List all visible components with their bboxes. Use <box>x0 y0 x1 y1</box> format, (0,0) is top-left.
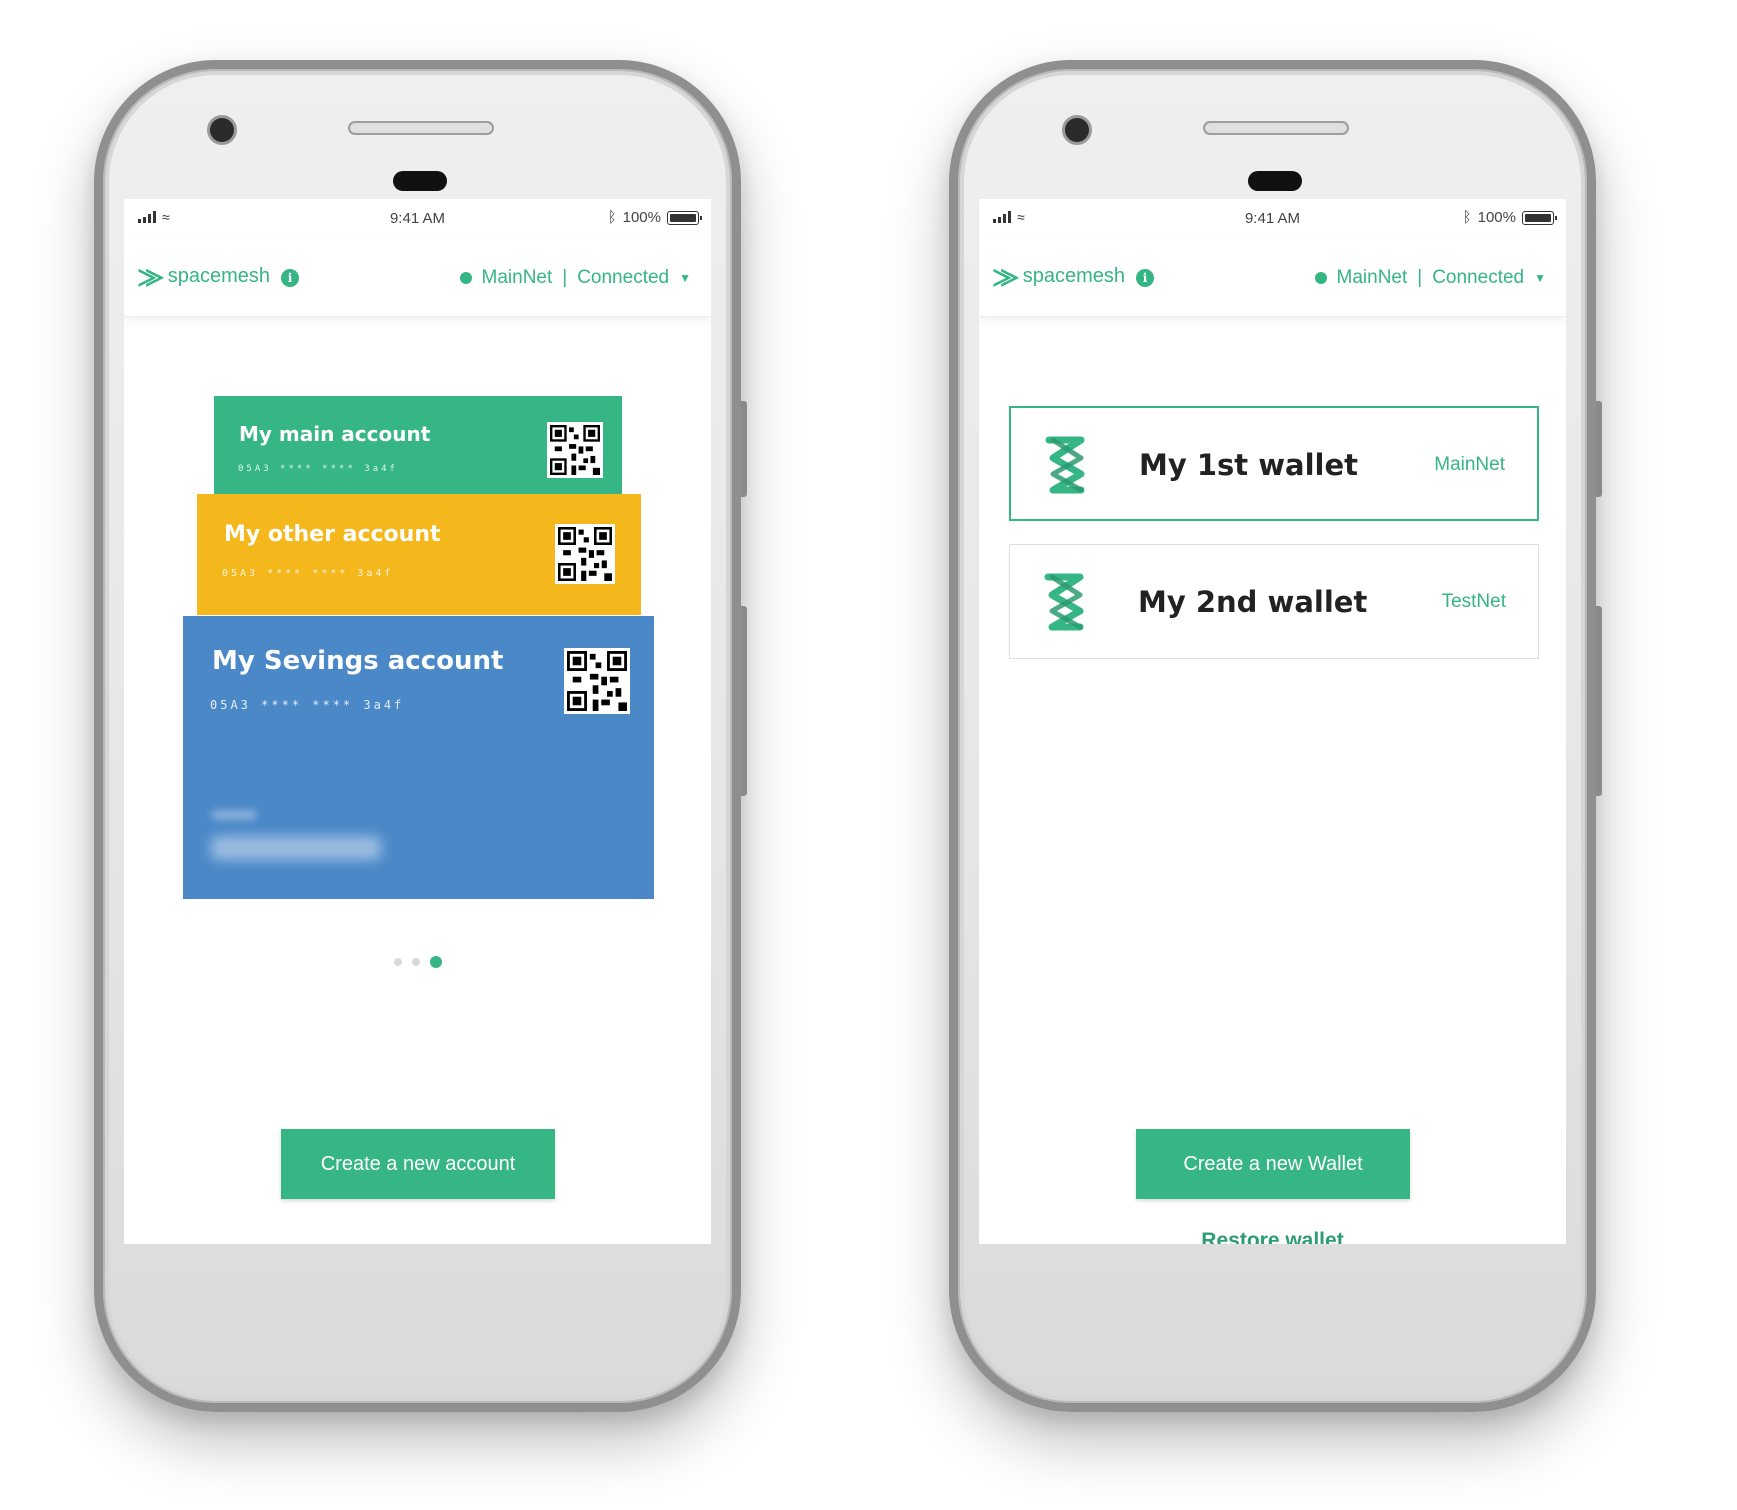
account-card-main[interactable]: My main account 05A3 **** **** 3a4f <box>214 396 622 494</box>
account-card-number: 05A3 **** **** 3a4f <box>238 464 398 474</box>
battery-icon <box>667 210 702 225</box>
status-bar: ≈ 9:41 AM ᛒ 100% <box>124 199 711 239</box>
spacemesh-logo[interactable]: ⨠ spacemesh <box>993 265 1125 288</box>
qr-code-icon[interactable] <box>555 524 615 584</box>
app-bar: ⨠ spacemesh i MainNet | Connected ▼ <box>124 239 711 317</box>
network-name: MainNet <box>1336 267 1408 288</box>
account-card-number: 05A3 **** **** 3a4f <box>210 698 405 712</box>
wallet-name: My 1st wallet <box>1139 448 1359 482</box>
battery-percent: 100% <box>1477 209 1516 226</box>
info-icon[interactable]: i <box>1136 269 1154 287</box>
logo-text: spacemesh <box>1022 265 1125 287</box>
blurred-balance-label <box>211 810 257 820</box>
screen: ≈ 9:41 AM ᛒ 100% ⨠ spacemesh i MainNet |… <box>979 199 1566 1244</box>
phone-wallets: ≈ 9:41 AM ᛒ 100% ⨠ spacemesh i MainNet |… <box>949 60 1602 1412</box>
connection-status: Connected <box>1432 267 1525 288</box>
camera <box>1062 115 1092 145</box>
restore-wallet-link[interactable]: Restore wallet <box>979 1229 1566 1244</box>
spacemesh-wallet-icon <box>1045 436 1085 494</box>
network-selector[interactable]: MainNet | Connected ▼ <box>459 267 691 289</box>
wallet-name: My 2nd wallet <box>1138 585 1368 619</box>
connection-status-dot <box>459 272 472 284</box>
proximity-sensor <box>393 171 447 191</box>
speaker-grille <box>1203 121 1349 135</box>
pager-dot[interactable] <box>393 958 402 966</box>
account-card-title: My main account <box>239 422 431 446</box>
chevron-down-icon[interactable]: ▼ <box>679 271 691 285</box>
phone-accounts: ≈ 9:41 AM ᛒ 100% ⨠ spacemesh i MainNet |… <box>94 60 747 1412</box>
pager-dot[interactable] <box>411 958 420 966</box>
status-right: ᛒ 100% <box>1462 209 1557 226</box>
wallet-item-2[interactable]: My 2nd wallet TestNet <box>1009 544 1539 659</box>
network-separator: | <box>562 267 568 288</box>
app-bar: ⨠ spacemesh i MainNet | Connected ▼ <box>979 239 1566 317</box>
camera <box>207 115 237 145</box>
battery-percent: 100% <box>622 209 661 226</box>
volume-button <box>741 401 747 497</box>
network-name: MainNet <box>481 267 553 288</box>
create-wallet-button[interactable]: Create a new Wallet <box>1136 1129 1410 1199</box>
account-card-savings[interactable]: My Sevings account 05A3 **** **** 3a4f <box>183 616 654 899</box>
wallet-item-1[interactable]: My 1st wallet MainNet <box>1009 406 1539 521</box>
spacemesh-logo[interactable]: ⨠ spacemesh <box>138 265 270 288</box>
wallet-network: MainNet <box>1434 454 1505 475</box>
info-icon[interactable]: i <box>281 269 299 287</box>
create-account-button[interactable]: Create a new account <box>281 1129 555 1199</box>
network-selector[interactable]: MainNet | Connected ▼ <box>1314 267 1546 289</box>
screen: ≈ 9:41 AM ᛒ 100% ⨠ spacemesh i MainNet |… <box>124 199 711 1244</box>
spacemesh-wallet-icon <box>1044 573 1084 631</box>
power-button <box>741 606 747 796</box>
account-card-title: My other account <box>224 522 441 547</box>
connection-status: Connected <box>577 267 670 288</box>
network-separator: | <box>1417 267 1423 288</box>
spacemesh-logo-icon: ⨠ <box>993 263 1019 289</box>
pager-dot-active[interactable] <box>429 956 442 968</box>
proximity-sensor <box>1248 171 1302 191</box>
chevron-down-icon[interactable]: ▼ <box>1534 271 1546 285</box>
speaker-grille <box>348 121 494 135</box>
account-card-other[interactable]: My other account 05A3 **** **** 3a4f <box>197 494 641 615</box>
account-card-number: 05A3 **** **** 3a4f <box>222 568 394 579</box>
status-bar: ≈ 9:41 AM ᛒ 100% <box>979 199 1566 239</box>
volume-button <box>1596 401 1602 497</box>
bluetooth-icon: ᛒ <box>607 209 617 226</box>
account-card-title: My Sevings account <box>212 646 504 676</box>
qr-code-icon[interactable] <box>547 422 603 478</box>
qr-code-icon[interactable] <box>564 648 630 714</box>
status-right: ᛒ 100% <box>607 209 702 226</box>
carousel-pager <box>124 956 711 968</box>
spacemesh-logo-icon: ⨠ <box>138 263 164 289</box>
battery-icon <box>1522 210 1557 225</box>
connection-status-dot <box>1314 272 1327 284</box>
bluetooth-icon: ᛒ <box>1462 209 1472 226</box>
wallet-network: TestNet <box>1441 591 1506 612</box>
logo-text: spacemesh <box>167 265 270 287</box>
power-button <box>1596 606 1602 796</box>
blurred-balance <box>211 836 381 860</box>
